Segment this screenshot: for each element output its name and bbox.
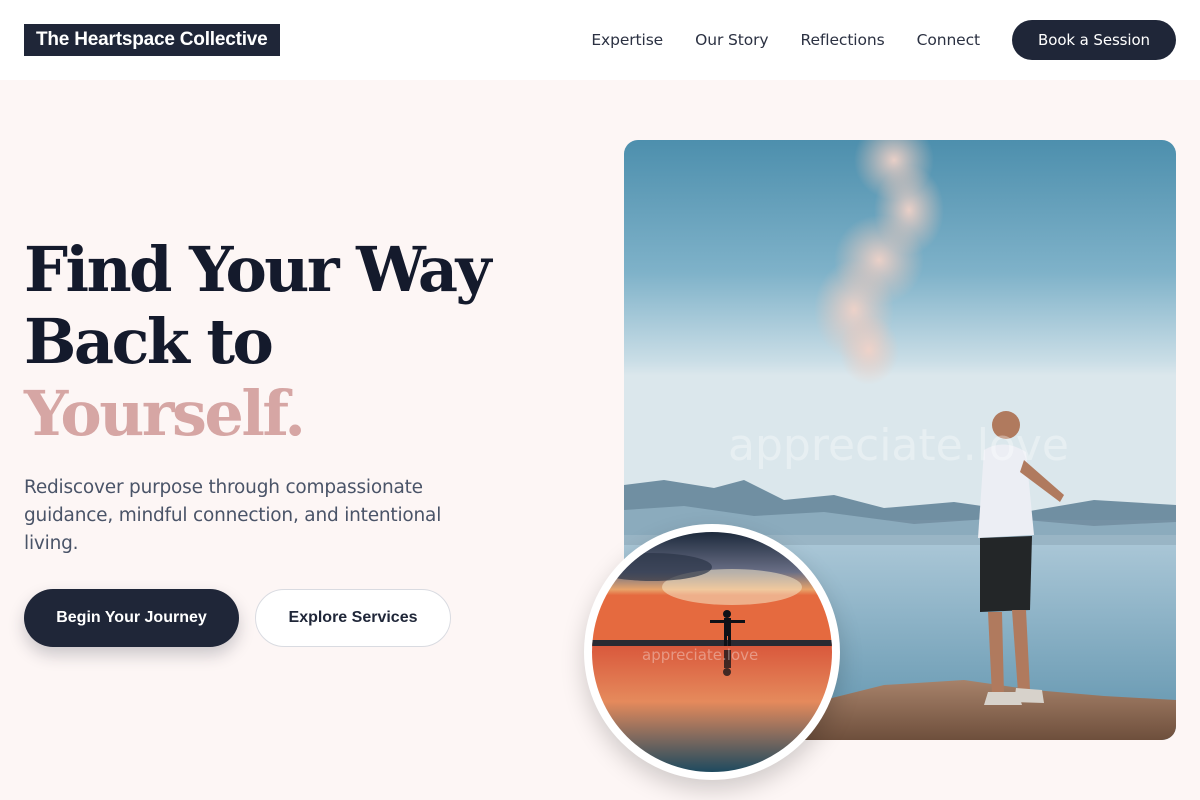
nav-link-expertise[interactable]: Expertise — [591, 31, 663, 49]
brand-logo[interactable]: The Heartspace Collective — [24, 24, 280, 56]
headline-line-1: Find Your Way — [24, 233, 492, 306]
book-session-button[interactable]: Book a Session — [1012, 20, 1176, 60]
hero-circle-image: appreciate.love — [592, 532, 832, 772]
nav-link-connect[interactable]: Connect — [917, 31, 980, 49]
hero-headline: Find Your Way Back to Yourself. — [24, 233, 492, 450]
hero-circle-frame: appreciate.love — [584, 524, 840, 780]
hero-subtext: Rediscover purpose through compassionate… — [24, 477, 442, 554]
headline-line-2: Back to — [24, 305, 274, 378]
explore-services-button[interactable]: Explore Services — [255, 589, 451, 647]
nav-link-reflections[interactable]: Reflections — [801, 31, 885, 49]
headline-accent: Yourself. — [24, 377, 306, 450]
main-image-watermark: appreciate.love — [728, 420, 1069, 471]
begin-journey-button[interactable]: Begin Your Journey — [24, 589, 239, 647]
site-header: The Heartspace Collective Expertise Our … — [0, 0, 1200, 80]
main-nav: Expertise Our Story Reflections Connect … — [591, 20, 1176, 60]
nav-link-our-story[interactable]: Our Story — [695, 31, 768, 49]
circle-image-watermark: appreciate.love — [642, 646, 758, 664]
